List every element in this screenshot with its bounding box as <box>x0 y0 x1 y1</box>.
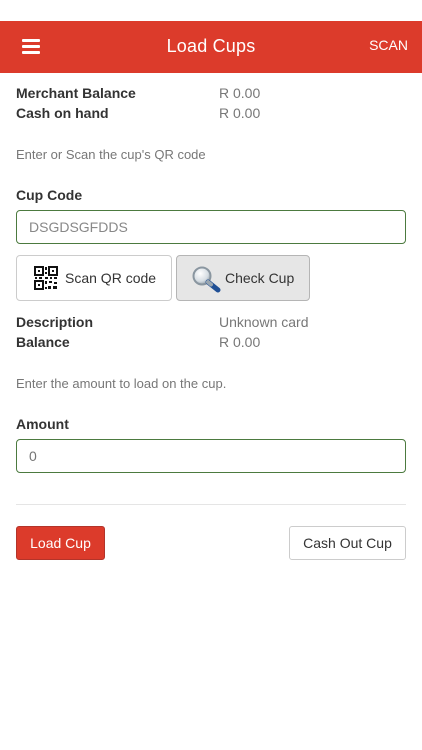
cash-on-hand-label: Cash on hand <box>16 105 109 121</box>
check-cup-label: Check Cup <box>225 270 295 286</box>
amount-hint: Enter the amount to load on the cup. <box>16 376 227 391</box>
amount-label: Amount <box>16 416 69 432</box>
load-cup-button[interactable]: Load Cup <box>16 526 105 560</box>
magnifier-icon <box>192 266 221 293</box>
merchant-balance-row: Merchant Balance R 0.00 <box>16 85 406 105</box>
qr-code-icon <box>34 266 58 290</box>
cash-on-hand-value: R 0.00 <box>219 105 261 121</box>
cup-code-hint: Enter or Scan the cup's QR code <box>16 147 206 162</box>
cash-on-hand-row: Cash on hand R 0.00 <box>16 105 406 125</box>
cash-out-cup-button[interactable]: Cash Out Cup <box>289 526 406 560</box>
card-balance-row: Balance R 0.00 <box>16 334 406 354</box>
check-cup-button[interactable]: Check Cup <box>176 255 310 301</box>
amount-input[interactable] <box>16 439 406 473</box>
description-label: Description <box>16 314 94 330</box>
divider <box>16 504 406 505</box>
scan-qr-code-label: Scan QR code <box>65 270 157 286</box>
merchant-balance-value: R 0.00 <box>219 85 261 101</box>
scan-button[interactable]: SCAN <box>369 37 408 53</box>
app-header: Load Cups SCAN <box>0 21 422 73</box>
card-balance-value: R 0.00 <box>219 334 261 350</box>
merchant-balance-label: Merchant Balance <box>16 85 136 101</box>
card-balance-label: Balance <box>16 334 70 350</box>
description-row: Description Unknown card <box>16 314 406 334</box>
description-value: Unknown card <box>219 314 309 330</box>
cup-code-label: Cup Code <box>16 187 83 203</box>
scan-qr-code-button[interactable]: Scan QR code <box>16 255 172 301</box>
page-title: Load Cups <box>166 36 256 56</box>
cup-code-input[interactable] <box>16 210 406 244</box>
